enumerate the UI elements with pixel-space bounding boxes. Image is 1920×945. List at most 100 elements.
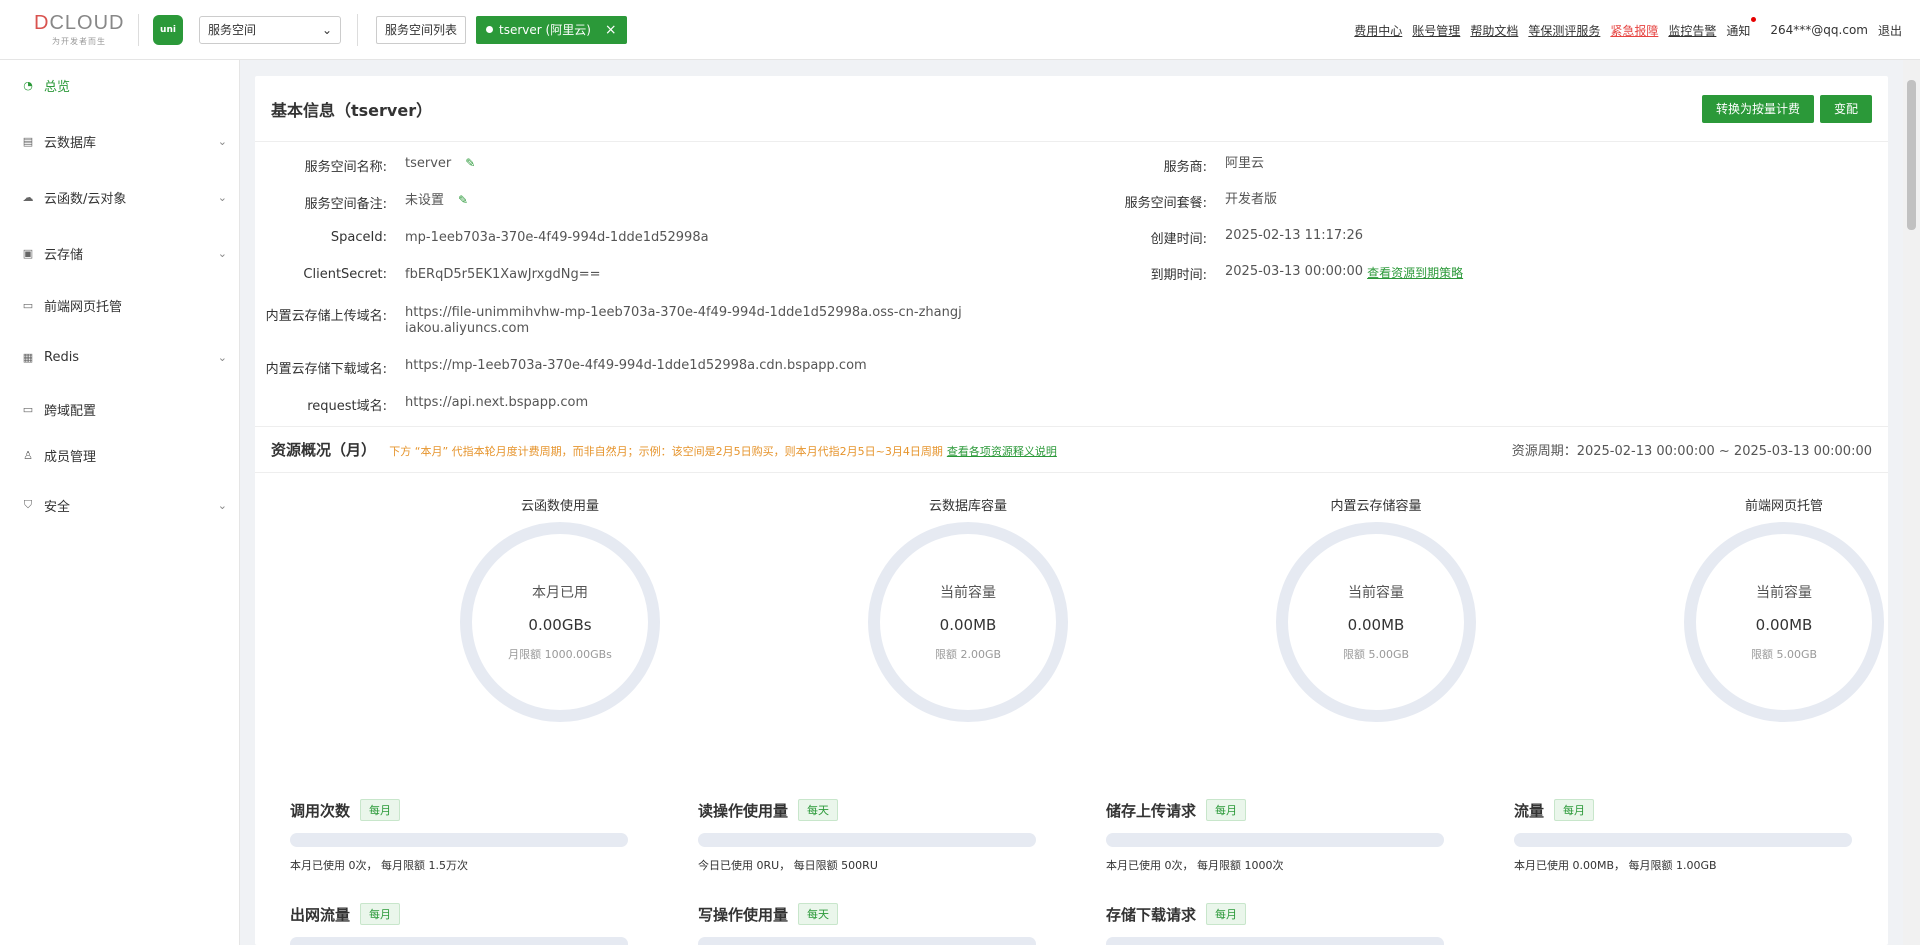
link-account[interactable]: 账号管理 xyxy=(1412,22,1460,39)
info-label: 服务空间套餐: xyxy=(1124,196,1207,211)
cloud-icon: ☁ xyxy=(22,190,34,204)
info-row-download-domain: 内置云存储下载域名: https://mp-1eeb703a-370e-4f49… xyxy=(255,358,867,377)
sidebar-item-security[interactable]: ⛉ 安全 ⌄ xyxy=(0,480,239,530)
gauge-label: 当前容量 xyxy=(940,585,996,601)
usage-title: 储存上传请求 xyxy=(1106,801,1197,820)
info-row-request-domain: request域名: https://api.next.bspapp.com xyxy=(255,395,588,414)
info-row-created-time: 创建时间: 2025-02-13 11:17:26 xyxy=(1105,228,1363,247)
gauge-title: 云函数使用量 xyxy=(520,499,599,514)
gauge-limit: 限额 5.00GB xyxy=(1750,648,1818,661)
info-row-provider: 服务商: 阿里云 xyxy=(1105,156,1264,175)
info-value: tserver xyxy=(405,156,452,171)
resources-header: 资源概况（月） 下方 “本月” 代指本轮月度计费周期，而非自然月；示例：该空间是… xyxy=(255,427,1888,473)
sidebar-item-cloud-functions[interactable]: ☁ 云函数/云对象 ⌄ xyxy=(0,172,239,222)
notify-label: 通知 xyxy=(1726,23,1751,38)
sidebar-item-storage[interactable]: ▣ 云存储 ⌄ xyxy=(0,228,239,278)
link-monitor-alerts[interactable]: 监控告警 xyxy=(1668,22,1716,39)
sidebar-item-label: 云函数/云对象 xyxy=(44,191,127,207)
period-tag: 每月 xyxy=(1206,799,1247,821)
header-divider xyxy=(357,13,358,46)
resources-title: 资源概况（月） 下方 “本月” 代指本轮月度计费周期，而非自然月；示例：该空间是… xyxy=(271,439,1057,460)
notify-link[interactable]: 通知 xyxy=(1726,16,1757,39)
link-security-evaluation[interactable]: 等保测评服务 xyxy=(1528,22,1600,39)
sidebar-item-cors[interactable]: ▭ 跨域配置 xyxy=(0,384,239,434)
gauge-web-hosting: 前端网页托管 当前容量 0.00MB 限额 5.00GB xyxy=(1634,495,1888,722)
usage-title: 调用次数 xyxy=(290,801,351,820)
top-header: DCLOUD 为开发者而生 uni 服务空间 ⌄ 服务空间列表 tserver … xyxy=(0,0,1920,60)
page-scrollbar[interactable] xyxy=(1903,60,1920,945)
gauge-title: 前端网页托管 xyxy=(1744,499,1823,514)
info-value: 阿里云 xyxy=(1225,156,1265,171)
sidebar-item-members[interactable]: ♙ 成员管理 xyxy=(0,430,239,480)
sidebar-item-label: Redis xyxy=(44,349,80,365)
gauge-database: 云数据库容量 当前容量 0.00MB 限额 2.00GB xyxy=(818,495,1118,722)
switch-billing-button[interactable]: 转换为按量计费 xyxy=(1701,94,1814,123)
gauge-value: 0.00MB xyxy=(939,616,997,634)
gauge-label: 当前容量 xyxy=(1756,585,1812,601)
basic-info-header: 基本信息（tserver） 转换为按量计费 变配 xyxy=(255,76,1888,142)
uni-logo[interactable]: uni xyxy=(153,14,183,45)
user-email[interactable]: 264***@qq.com xyxy=(1770,23,1868,37)
info-row-upload-domain: 内置云存储上传域名: https://file-unimmihvhw-mp-1e… xyxy=(255,305,965,337)
database-icon: ▤ xyxy=(22,134,34,148)
usage-title: 存储下载请求 xyxy=(1106,905,1197,924)
storage-icon: ▣ xyxy=(22,246,34,260)
sidebar-item-label: 成员管理 xyxy=(44,449,97,465)
edit-icon[interactable]: ✎ xyxy=(465,156,475,170)
resources-note: 下方 “本月” 代指本轮月度计费周期，而非自然月；示例：该空间是2月5日购买，则… xyxy=(389,445,1057,458)
edit-icon[interactable]: ✎ xyxy=(458,193,468,207)
usage-bar xyxy=(1106,937,1444,945)
sidebar-item-redis[interactable]: ▦ Redis ⌄ xyxy=(0,332,239,382)
gauge-cloud-function: 云函数使用量 本月已用 0.00GBs 月限额 1000.00GBs xyxy=(410,495,710,722)
scrollbar-thumb[interactable] xyxy=(1907,80,1916,230)
gauge-value: 0.00GBs xyxy=(528,616,592,634)
usage-call-count: 调用次数 每月 本月已使用 0次， 每月限额 1.5万次 xyxy=(290,799,630,873)
usage-bar xyxy=(698,833,1036,847)
top-links: 费用中心 账号管理 帮助文档 等保测评服务 紧急报障 监控告警 通知 264**… xyxy=(1354,0,1902,60)
space-list-button[interactable]: 服务空间列表 xyxy=(376,15,467,44)
dcloud-logo[interactable]: DCLOUD 为开发者而生 xyxy=(34,8,124,52)
sidebar-item-database[interactable]: ▤ 云数据库 ⌄ xyxy=(0,116,239,166)
page-title: 基本信息（tserver） xyxy=(271,100,433,120)
info-label: SpaceId: xyxy=(330,230,387,245)
link-emergency-report[interactable]: 紧急报障 xyxy=(1610,22,1658,39)
chevron-down-icon: ⌄ xyxy=(321,22,332,37)
info-value: https://file-unimmihvhw-mp-1eeb703a-370e… xyxy=(405,305,962,336)
period-tag: 每月 xyxy=(1554,799,1595,821)
usage-bar xyxy=(290,937,628,945)
change-plan-button[interactable]: 变配 xyxy=(1819,94,1872,123)
info-label: request域名: xyxy=(307,399,387,414)
period-tag: 每天 xyxy=(798,799,839,821)
header-divider xyxy=(138,13,139,46)
shield-icon: ⛉ xyxy=(23,498,33,511)
info-row-space-id: SpaceId: mp-1eeb703a-370e-4f49-994d-1dde… xyxy=(255,230,709,246)
sidebar-item-overview[interactable]: ◔ 总览 xyxy=(0,60,239,110)
active-space-tab[interactable]: tserver (阿里云) × xyxy=(476,15,627,44)
expire-policy-link[interactable]: 查看资源到期策略 xyxy=(1367,264,1463,281)
resource-gauges: 云函数使用量 本月已用 0.00GBs 月限额 1000.00GBs 云数据库容… xyxy=(255,473,1888,773)
gauge-title: 云数据库容量 xyxy=(928,499,1007,514)
info-label: 内置云存储上传域名: xyxy=(265,309,387,324)
usage-text: 本月已使用 0次， 每月限额 1000次 xyxy=(1106,859,1284,872)
usage-outbound-traffic: 出网流量 每月 xyxy=(290,903,630,945)
usage-read-ops: 读操作使用量 每天 今日已使用 0RU， 每日限额 500RU xyxy=(698,799,1038,873)
usage-text: 本月已使用 0.00MB， 每月限额 1.00GB xyxy=(1514,859,1717,872)
sidebar-item-web-hosting[interactable]: ▭ 前端网页托管 xyxy=(0,280,239,330)
logout-link[interactable]: 退出 xyxy=(1878,22,1902,39)
redis-icon: ▦ xyxy=(22,350,34,364)
period-tag: 每月 xyxy=(360,903,401,925)
link-help-docs[interactable]: 帮助文档 xyxy=(1470,22,1518,39)
resource-explain-link[interactable]: 查看各项资源释义说明 xyxy=(947,445,1057,458)
gauge-limit: 月限额 1000.00GBs xyxy=(508,648,612,661)
cors-icon: ▭ xyxy=(22,402,34,416)
info-value: mp-1eeb703a-370e-4f49-994d-1dde1d52998a xyxy=(405,230,709,245)
members-icon: ♙ xyxy=(23,448,33,462)
space-select[interactable]: 服务空间 ⌄ xyxy=(199,15,341,44)
link-billing-center[interactable]: 费用中心 xyxy=(1354,22,1402,39)
info-label: 到期时间: xyxy=(1150,268,1207,283)
close-icon[interactable]: × xyxy=(605,22,617,38)
usage-title: 出网流量 xyxy=(290,905,351,924)
logo-text: CLOUD xyxy=(49,12,125,34)
usage-upload-requests: 储存上传请求 每月 本月已使用 0次， 每月限额 1000次 xyxy=(1106,799,1446,873)
usage-traffic: 流量 每月 本月已使用 0.00MB， 每月限额 1.00GB xyxy=(1514,799,1854,873)
